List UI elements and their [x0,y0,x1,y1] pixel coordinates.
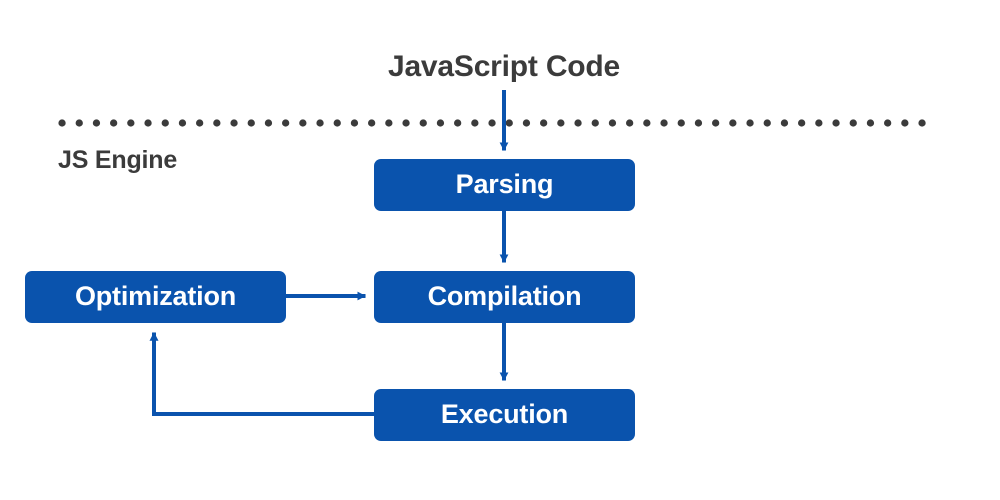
edge-execution-to-optimization [149,332,374,416]
js-engine-pipeline-diagram: JavaScript Code JS Engine Parsing Compil… [0,0,1000,500]
node-compilation-label: Compilation [427,280,582,311]
node-execution-label: Execution [440,398,569,429]
node-execution[interactable]: Execution [374,389,635,441]
page-title: JavaScript Code [387,50,621,83]
node-compilation[interactable]: Compilation [374,271,635,323]
node-parsing[interactable]: Parsing [374,159,635,211]
node-parsing-label: Parsing [455,168,554,199]
node-optimization[interactable]: Optimization [25,271,286,323]
node-optimization-label: Optimization [74,280,237,311]
js-engine-region-label: JS Engine [58,146,178,174]
